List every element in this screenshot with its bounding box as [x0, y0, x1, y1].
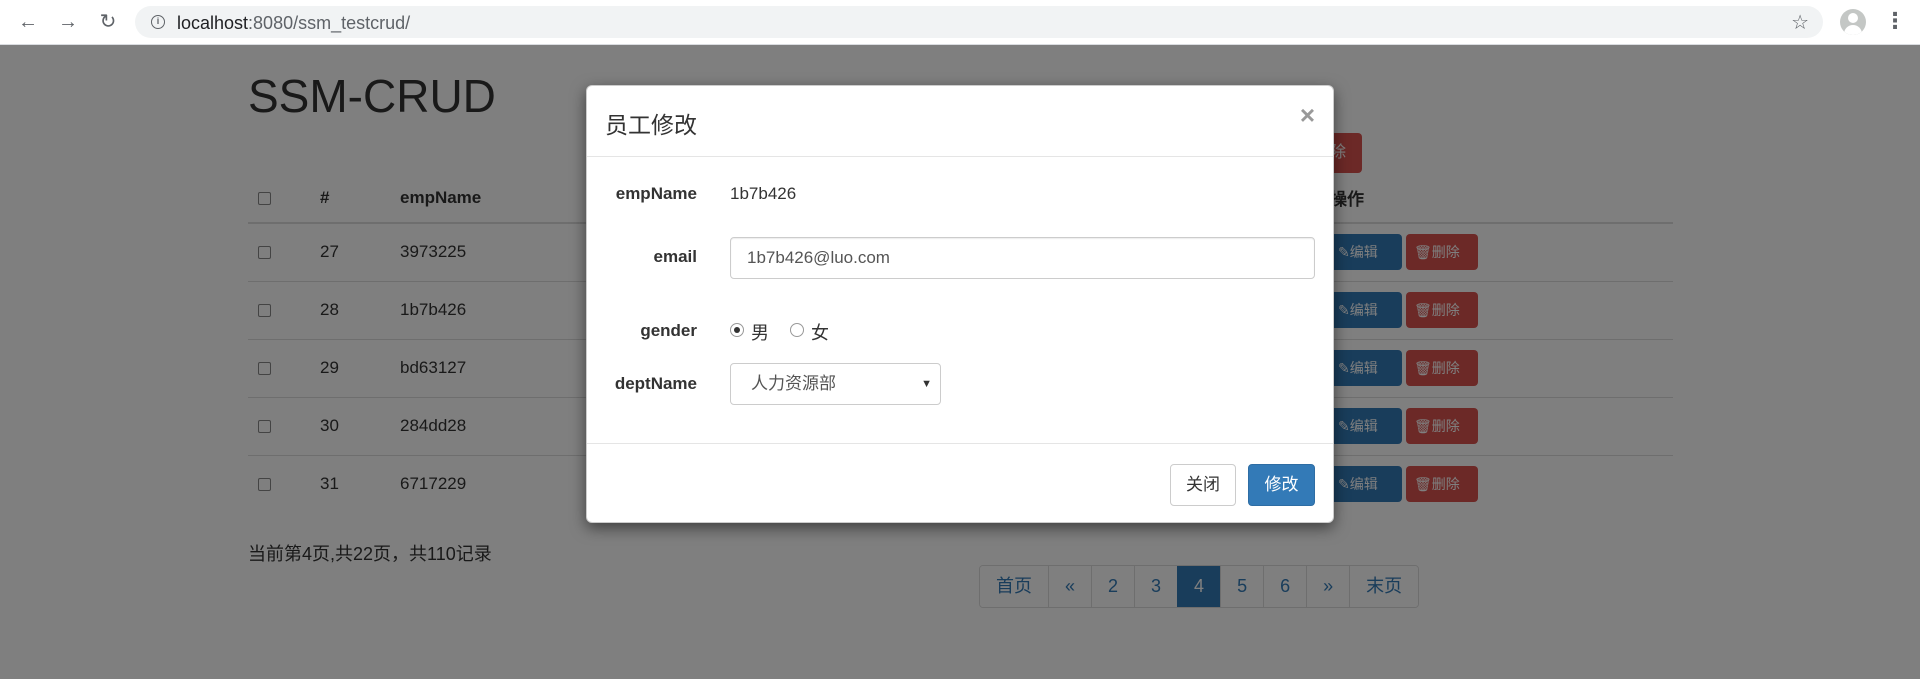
modal-footer: 关闭 修改: [587, 443, 1333, 524]
deptname-label: deptName: [614, 374, 697, 393]
close-icon[interactable]: ×: [1300, 100, 1315, 131]
email-label: email: [653, 247, 697, 266]
close-button[interactable]: 关闭: [1170, 464, 1236, 506]
email-input[interactable]: 1b7b426@luo.com: [730, 237, 1315, 279]
gender-female-label[interactable]: 女: [811, 319, 829, 345]
modal-title: 员工修改: [605, 112, 697, 138]
url-path: :8080/ssm_testcrud/: [248, 13, 411, 33]
dept-selected-value: 人力资源部: [751, 374, 836, 393]
reload-icon[interactable]: ↻: [96, 10, 120, 34]
chevron-down-icon: ▼: [921, 378, 932, 390]
address-bar[interactable]: i localhost:8080/ssm_testcrud/ ☆: [135, 6, 1823, 38]
url-text[interactable]: localhost:8080/ssm_testcrud/: [177, 13, 410, 34]
edit-employee-modal: 员工修改 × empName 1b7b426 email 1b7b426@luo…: [586, 85, 1334, 523]
back-arrow-icon[interactable]: ←: [16, 10, 40, 34]
empname-value: 1b7b426: [730, 184, 797, 203]
profile-avatar-icon[interactable]: [1840, 9, 1866, 35]
more-menu-icon[interactable]: ⋮: [1884, 10, 1906, 32]
gender-male-label[interactable]: 男: [751, 319, 769, 345]
browser-toolbar: ← → ↻ i localhost:8080/ssm_testcrud/ ☆ ⋮: [0, 0, 1920, 45]
gender-female-radio[interactable]: [790, 323, 804, 337]
dept-select[interactable]: 人力资源部 ▼: [730, 363, 941, 405]
gender-label: gender: [640, 321, 697, 340]
modal-header: 员工修改 ×: [587, 86, 1333, 157]
forward-arrow-icon[interactable]: →: [56, 10, 80, 34]
gender-male-radio[interactable]: [730, 323, 744, 337]
empname-label: empName: [615, 184, 697, 203]
bookmark-star-icon[interactable]: ☆: [1791, 10, 1809, 35]
update-button[interactable]: 修改: [1248, 464, 1315, 506]
url-host: localhost: [177, 13, 249, 33]
info-icon[interactable]: i: [151, 15, 165, 29]
